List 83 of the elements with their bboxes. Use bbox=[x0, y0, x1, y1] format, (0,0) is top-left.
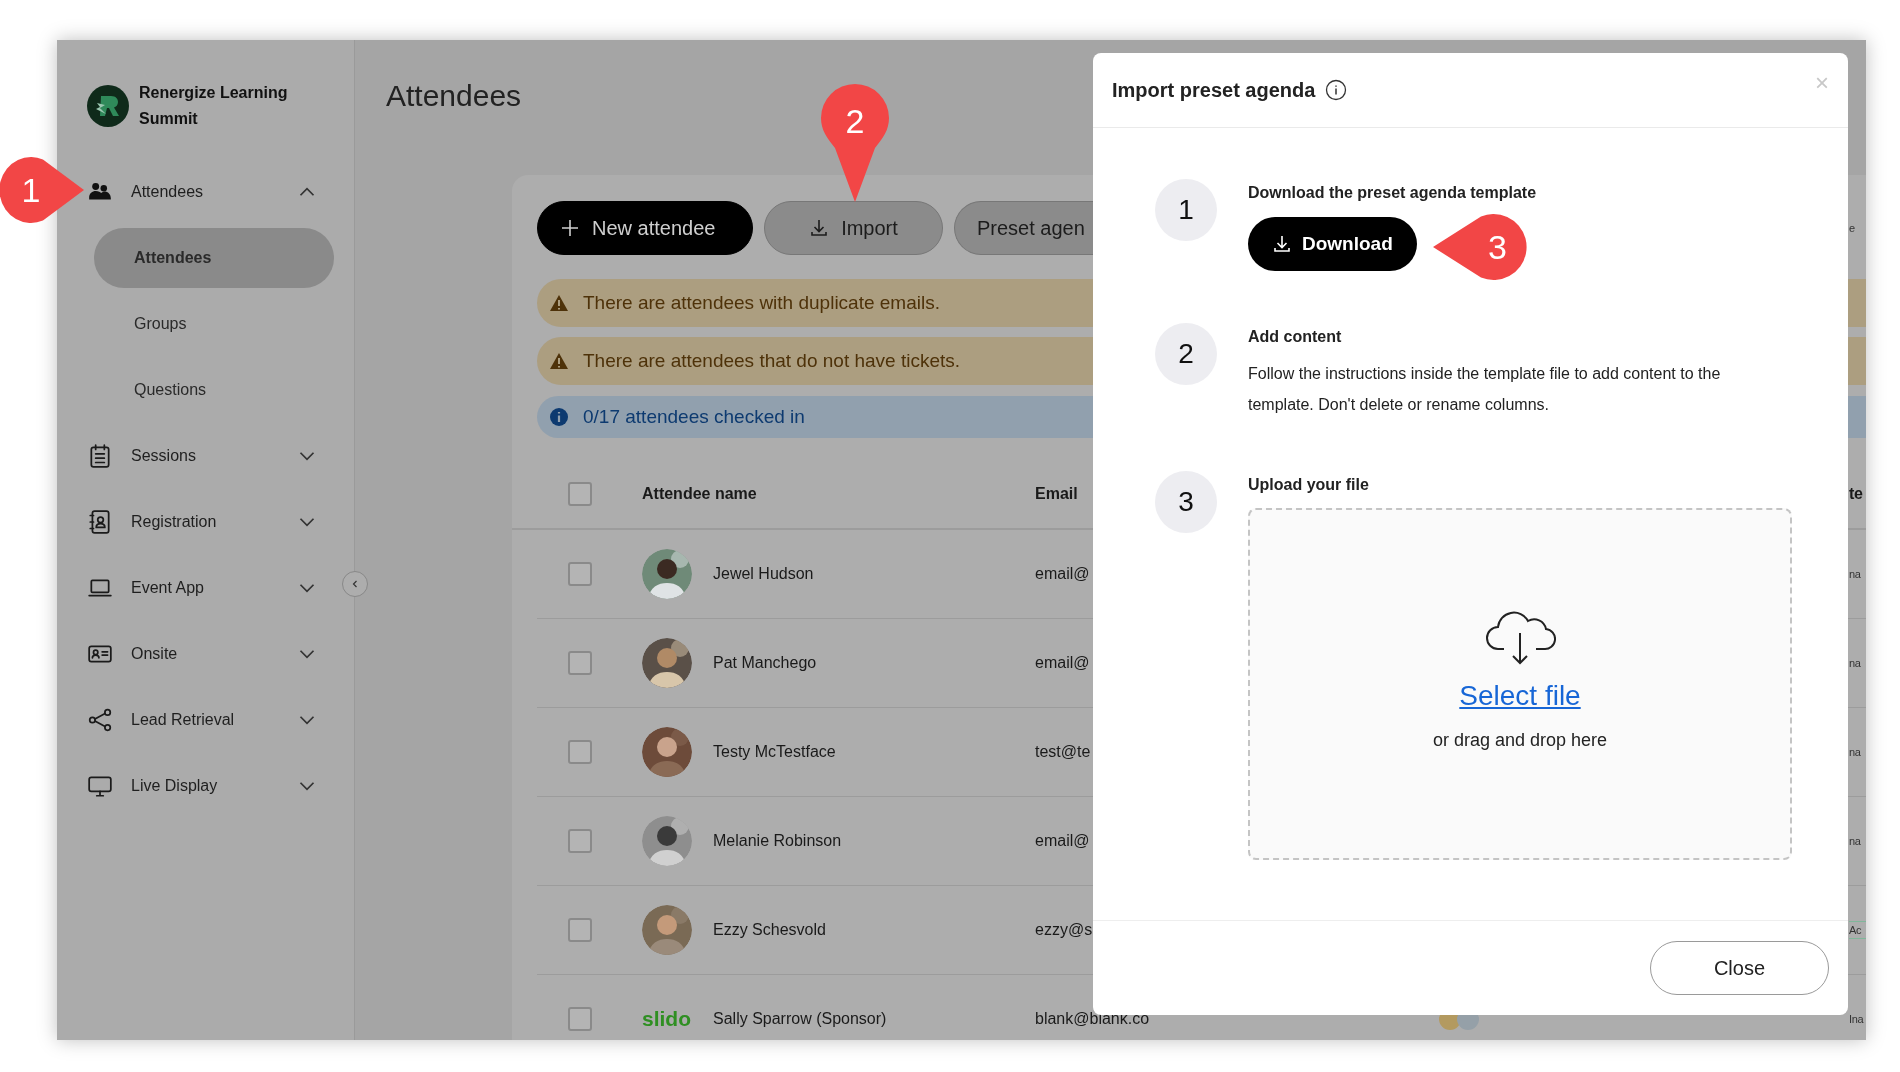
download-icon bbox=[1272, 234, 1292, 254]
nav-label: Attendees bbox=[131, 182, 205, 202]
attendee-name: Melanie Robinson bbox=[713, 831, 843, 851]
nav-label: Lead Retrieval bbox=[131, 710, 236, 730]
nav-item[interactable]: Onsite bbox=[87, 621, 354, 687]
step-title: Download the preset agenda template bbox=[1248, 183, 1537, 203]
download-icon bbox=[809, 218, 830, 238]
attendee-name: Testy McTestface bbox=[713, 742, 837, 762]
notepad-icon bbox=[87, 443, 113, 469]
table-cell-text: na bbox=[1849, 655, 1862, 671]
attendee-email: blank@blank.co bbox=[1035, 1009, 1150, 1029]
callout-marker: 3 bbox=[1433, 211, 1528, 283]
attendee-email: email@ bbox=[1035, 831, 1090, 851]
alert-text: There are attendees with duplicate emails. bbox=[583, 290, 940, 315]
row-checkbox[interactable] bbox=[568, 740, 592, 764]
column-header: e bbox=[1849, 220, 1856, 236]
info-icon bbox=[1325, 79, 1348, 101]
nav-label: Sessions bbox=[131, 446, 197, 466]
column-header: Attendee name bbox=[642, 484, 758, 504]
download-button[interactable]: Download bbox=[1248, 217, 1417, 271]
nav-item[interactable]: Registration bbox=[87, 489, 354, 555]
alert-text: There are attendees that do not have tickets. bbox=[583, 348, 961, 373]
nav-label: Registration bbox=[131, 512, 218, 532]
row-checkbox[interactable] bbox=[568, 1007, 592, 1031]
nav-item[interactable]: Attendees bbox=[87, 159, 354, 225]
nav-item[interactable]: Event App bbox=[87, 555, 354, 621]
info-icon bbox=[549, 407, 569, 427]
column-header: te bbox=[1849, 484, 1864, 504]
file-drop-zone[interactable]: Select file or drag and drop here bbox=[1248, 508, 1792, 860]
page-title: Attendees bbox=[386, 78, 522, 114]
attendee-name: Ezzy Schesvold bbox=[713, 920, 827, 940]
nav-subitem[interactable]: Attendees bbox=[94, 228, 334, 288]
attendee-email: email@ bbox=[1035, 564, 1090, 584]
nav-label: Event App bbox=[131, 578, 205, 598]
column-header: Email bbox=[1035, 484, 1078, 504]
select-all-checkbox[interactable] bbox=[568, 482, 592, 506]
share-nodes-icon bbox=[87, 707, 113, 733]
import-button[interactable]: Import bbox=[764, 201, 943, 255]
alert-text: 0/17 attendees checked in bbox=[583, 404, 805, 429]
attendee-email: email@ bbox=[1035, 653, 1090, 673]
step-number: 1 bbox=[1155, 179, 1217, 241]
callout-marker: 1 bbox=[0, 155, 84, 225]
event-name: Renergize Learning Summit bbox=[139, 83, 289, 129]
nav-label: Onsite bbox=[131, 644, 179, 664]
attendee-email: test@te bbox=[1035, 742, 1091, 762]
warning-icon bbox=[549, 351, 569, 371]
warning-icon bbox=[549, 293, 569, 313]
nav-subitem[interactable]: Groups bbox=[94, 294, 334, 354]
callout-marker: 2 bbox=[819, 82, 891, 202]
nav-item[interactable]: Sessions bbox=[87, 423, 354, 489]
sponsor-logo: slido bbox=[642, 1006, 692, 1033]
step-number: 3 bbox=[1155, 471, 1217, 533]
plus-icon bbox=[560, 218, 580, 238]
row-checkbox[interactable] bbox=[568, 562, 592, 586]
select-file-link[interactable]: Select file bbox=[1459, 674, 1581, 717]
step-title: Upload your file bbox=[1248, 475, 1370, 495]
row-checkbox[interactable] bbox=[568, 651, 592, 675]
step-instructions: Follow the instructions inside the template file to add content to the template. Don't delete or rename columns. bbox=[1248, 364, 1722, 415]
close-button[interactable]: Close bbox=[1650, 941, 1829, 995]
nav-item[interactable]: Live Display bbox=[87, 753, 354, 819]
row-checkbox[interactable] bbox=[568, 829, 592, 853]
attendee-name: Sally Sparrow (Sponsor) bbox=[713, 1009, 888, 1029]
nav-subitem[interactable]: Questions bbox=[94, 360, 334, 420]
contact-book-icon bbox=[87, 509, 113, 535]
table-cell-text: Ina bbox=[1849, 1011, 1865, 1027]
logo-icon bbox=[87, 85, 129, 127]
table-cell-text: na bbox=[1849, 744, 1862, 760]
attendee-email: ezzy@s bbox=[1035, 920, 1093, 940]
monitor-icon bbox=[87, 773, 113, 799]
nav-item[interactable]: Lead Retrieval bbox=[87, 687, 354, 753]
step-title: Add content bbox=[1248, 327, 1343, 347]
preset-agenda-button[interactable]: Preset agen bbox=[954, 201, 1095, 255]
new-attendee-button[interactable]: New attendee bbox=[537, 201, 753, 255]
table-cell-text: na bbox=[1849, 566, 1862, 582]
attendee-name: Pat Manchego bbox=[713, 653, 818, 673]
dialog-title: Import preset agenda bbox=[1112, 78, 1316, 103]
table-cell-text: na bbox=[1849, 833, 1862, 849]
drop-hint: or drag and drop here bbox=[1432, 728, 1608, 752]
step-number: 2 bbox=[1155, 323, 1217, 385]
attendee-name: Jewel Hudson bbox=[713, 564, 815, 584]
nav-label: Live Display bbox=[131, 776, 219, 796]
status-tag: Ac bbox=[1849, 920, 1866, 940]
row-checkbox[interactable] bbox=[568, 918, 592, 942]
